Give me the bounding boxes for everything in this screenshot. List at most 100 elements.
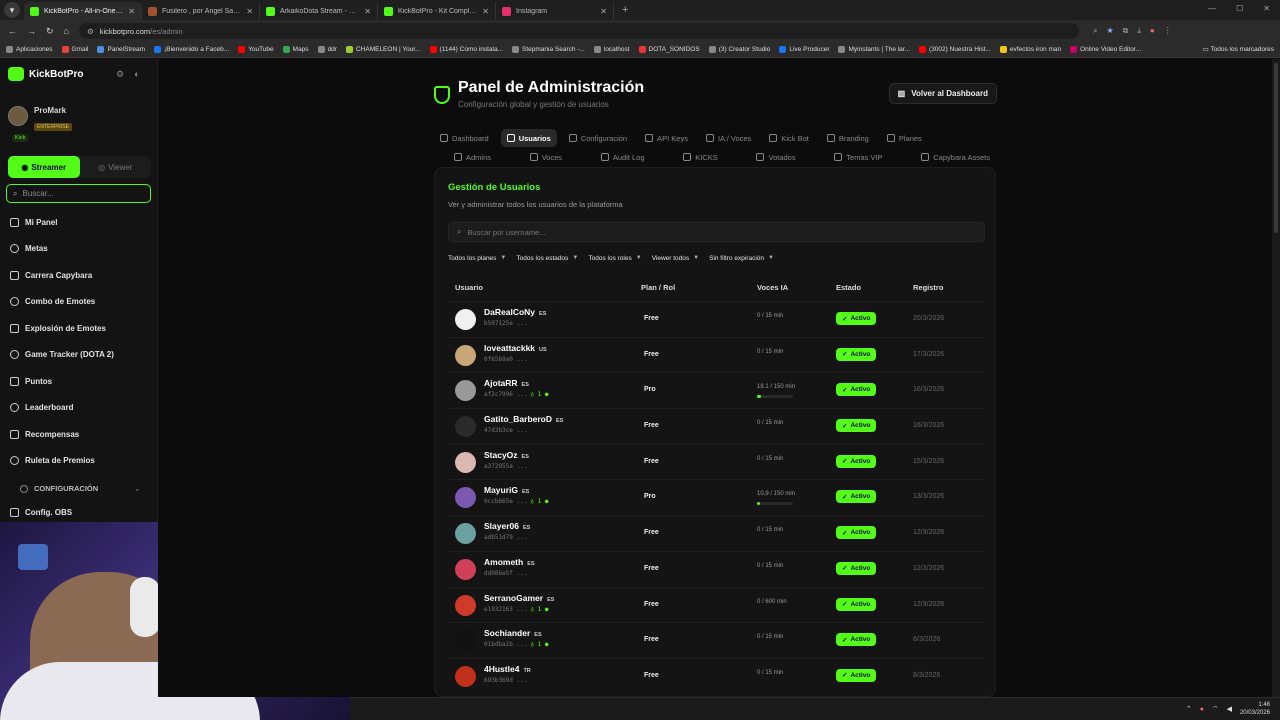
user-name[interactable]: Slayer06 ES [484,521,530,531]
subtab-votados[interactable]: Votados [750,150,801,164]
table-row[interactable]: Gatito_BarberoD ES 47d3b3ce ... Free 0 / 15 … [448,408,985,444]
browser-tab[interactable]: KickBotPro - Kit Completo de S ✕ [378,2,496,20]
volume-icon[interactable]: ◀ [1227,705,1232,713]
bookmark-item[interactable]: ¡Bienvenido a Faceb... [154,46,229,53]
browser-tab[interactable]: Instagram ✕ [496,2,614,20]
table-row[interactable]: DaRealCoNy ES b597125e ... Free 0 / 15 min ✓ A… [448,301,985,337]
close-tab-icon[interactable]: ✕ [364,7,371,16]
tab-ia-voces[interactable]: IA / Voces [700,129,757,147]
bookmark-item[interactable]: PanelStream [97,46,145,53]
col-plan[interactable]: Plan / Rol [641,283,675,292]
subtab-temas-vip[interactable]: Temas VIP [828,150,888,164]
menu-icon[interactable]: ⋮ [1164,26,1172,36]
bookmark-item[interactable]: ddr [317,46,337,53]
theme-toggle-icon[interactable]: ◐ [134,69,139,80]
bookmark-item[interactable]: Aplicaciones [6,46,53,53]
user-search-input[interactable] [467,227,948,237]
table-row[interactable]: AjotaRR ES af2c7996 ... ♁ 1 ● Pro 18.1 / 150 … [448,372,985,408]
streamer-mode-button[interactable]: ◉ Streamer [8,156,80,178]
download-icon[interactable]: ⤓ [1137,26,1141,36]
extensions-icon[interactable]: ⧉ [1123,26,1129,36]
status-badge[interactable]: ✓ Activo [836,419,877,433]
subtab-admins[interactable]: Admins [448,150,497,164]
user-name[interactable]: Sochiander ES [484,628,542,638]
browser-tab[interactable]: Fusilero , por Ángel Sacristán ✕ [142,2,260,20]
close-tab-icon[interactable]: ✕ [600,7,607,16]
all-bookmarks-link[interactable]: ▭ Todos los marcadores [1203,45,1274,53]
page-scrollbar[interactable] [1272,59,1280,697]
table-row[interactable]: Amometh ES dd086e5f ... Free 0 / 15 min ✓ Acti… [448,550,985,587]
back-icon[interactable]: ← [8,26,17,37]
bookmark-item[interactable]: Online Video Editor... [1070,46,1141,53]
user-name[interactable]: 4Hustle4 TR [484,664,531,674]
status-badge[interactable]: ✓ Activo [836,347,877,361]
close-window-icon[interactable]: ✕ [1263,4,1270,13]
bookmark-item[interactable]: (1144) Como instala... [429,46,503,53]
user-name[interactable]: AjotaRR ES [484,378,529,388]
table-row[interactable]: loveattackkk US 0f65b9a0 ... Free 0 / 15 min… [448,336,985,373]
sidebar-item[interactable]: Ruleta de Premios [0,448,158,475]
sidebar-item-config-obs[interactable]: Config. OBS [10,508,72,517]
filter-select[interactable]: Todos los roles ▼ [588,252,641,264]
viewer-mode-button[interactable]: ◎ Viewer [80,156,152,178]
user-name[interactable]: DaRealCoNy ES [484,307,546,317]
chevron-up-icon[interactable]: ⌃ [1186,705,1192,713]
table-row[interactable]: SerranoGamer ES e1932163 ... ♁ 1 ● Free 0 / 6… [448,586,985,623]
bookmark-item[interactable]: Stepmania Search -... [512,46,585,53]
subtab-capybara-assets[interactable]: Capybara Assets [915,150,996,164]
brand-logo[interactable]: KickBotPro [8,67,83,81]
table-row[interactable]: Sochiander ES 01bdba1b ... ♁ 1 ● Free 0 / 15 … [448,622,985,658]
status-badge[interactable]: ✓ Activo [836,383,877,397]
status-badge[interactable]: ✓ Activo [836,312,877,325]
tab-configuraci-n[interactable]: Configuración [563,129,633,147]
bookmark-item[interactable]: DOTA_SONIDOS [638,46,700,53]
tab-planes[interactable]: Planes [881,129,928,147]
status-badge[interactable]: ✓ Activo [836,633,877,647]
bookmark-item[interactable]: (3002) Nuestra Hist... [919,46,991,53]
user-name[interactable]: MayuriG ES [484,485,529,495]
status-badge[interactable]: ✓ Activo [836,597,877,611]
filter-select[interactable]: Sin filtro expiración ▼ [709,252,774,264]
sidebar-item[interactable]: Explosión de Emotes [0,315,158,342]
table-row[interactable]: StacyOz ES a372955a ... Free 0 / 15 min ✓ Acti… [448,443,985,480]
config-section-header[interactable]: CONFIGURACIÓN ⌄ [20,484,140,493]
sidebar-search-input[interactable] [22,189,143,198]
sidebar-item[interactable]: Leaderboard [0,395,158,422]
sidebar-item[interactable]: Metas [0,236,158,263]
sidebar-item[interactable]: Game Tracker (DOTA 2) [0,342,158,369]
sidebar-item[interactable]: Carrera Capybara [0,262,158,289]
sidebar-item[interactable]: Recompensas [0,421,158,448]
table-row[interactable]: 4Hustle4 TR 693b369d ... Free 0 / 15 min ✓ Act… [448,657,985,694]
sidebar-item[interactable]: Combo de Emotes [0,289,158,316]
bookmark-item[interactable]: Myinstants | The lar... [838,46,910,53]
col-registered[interactable]: Registro [913,283,943,292]
status-badge[interactable]: ✓ Activo [836,561,877,575]
back-to-dashboard-button[interactable]: ▥ Volver al Dashboard [888,83,997,104]
filter-select[interactable]: Todos los estados ▼ [516,252,578,264]
settings-icon[interactable]: ⚙ [116,69,124,80]
tab-dashboard[interactable]: Dashboard [434,129,495,147]
filter-select[interactable]: Viewer todos ▼ [652,252,699,264]
bookmark-item[interactable]: YouTube [238,46,274,53]
bookmark-item[interactable]: localhost [593,46,630,53]
zoom-icon[interactable]: ⌕ [1093,26,1097,36]
bookmark-star-icon[interactable]: ★ [1106,26,1113,36]
bookmark-item[interactable]: evfectos iron man [999,46,1061,53]
reload-icon[interactable]: ↻ [46,26,54,37]
profile-icon[interactable]: ● [1150,26,1155,36]
tray-app-icon[interactable]: ● [1200,706,1204,713]
status-badge[interactable]: ✓ Activo [836,490,877,504]
tab-usuarios[interactable]: Usuarios [500,129,557,147]
col-voices[interactable]: Voces IA [757,283,788,292]
close-tab-icon[interactable]: ✕ [482,7,489,16]
close-tab-icon[interactable]: ✕ [246,7,253,16]
subtab-kicks[interactable]: KICKS [677,150,724,164]
bookmark-item[interactable]: Maps [282,46,309,53]
user-profile[interactable]: ProMark ENTERPRISE [8,106,72,133]
close-tab-icon[interactable]: ✕ [128,7,135,16]
bookmark-item[interactable]: CHAMELEON | Your... [345,46,421,53]
user-name[interactable]: SerranoGamer ES [484,593,554,603]
tab-kick-bot[interactable]: Kick Bot [763,129,815,147]
user-name[interactable]: loveattackkk US [484,343,547,353]
table-row[interactable]: Slayer06 ES adb51d79 ... Free 0 / 15 min ✓ Act… [448,515,985,551]
